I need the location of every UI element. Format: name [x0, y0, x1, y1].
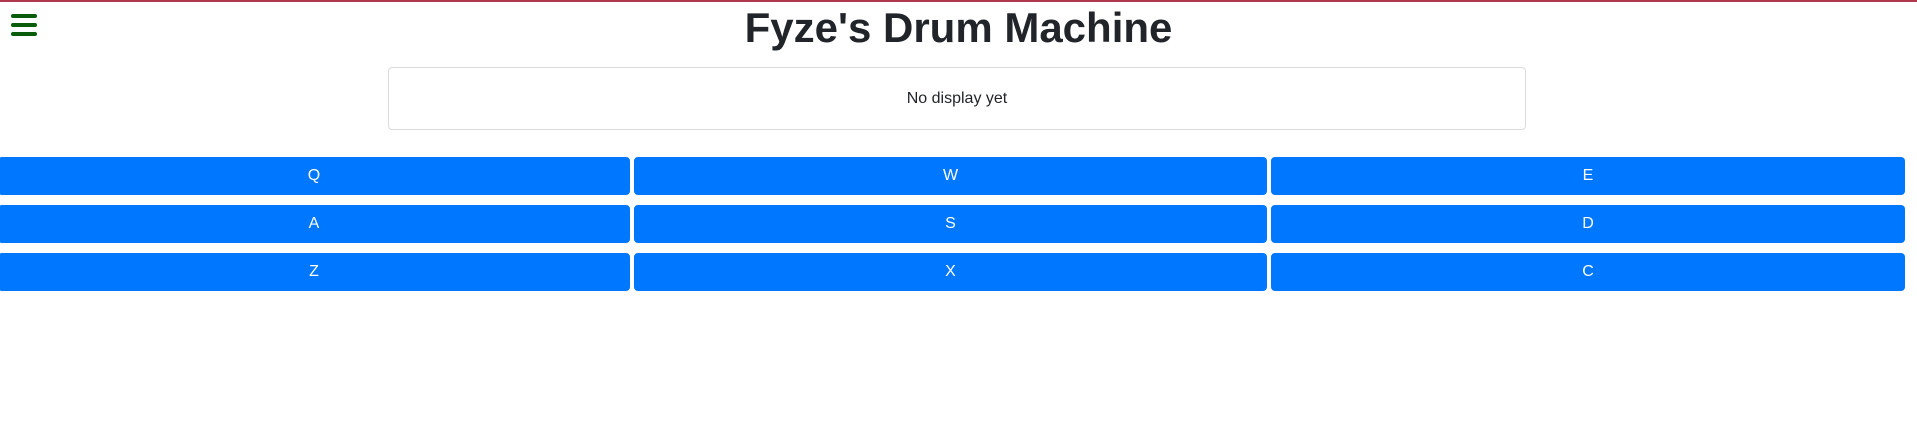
drum-pad-x[interactable]: X [634, 253, 1267, 291]
top-accent-border [0, 0, 1917, 2]
page-title: Fyze's Drum Machine [744, 4, 1173, 51]
drum-display: No display yet [388, 67, 1526, 130]
drum-pad-c[interactable]: C [1271, 253, 1905, 291]
drum-pad-w[interactable]: W [634, 157, 1267, 195]
drum-pad-a[interactable]: A [0, 205, 630, 243]
drum-pad-q[interactable]: Q [0, 157, 630, 195]
drum-pad-d[interactable]: D [1271, 205, 1905, 243]
drum-pad-grid: Q W E A S D Z X C [0, 157, 1905, 291]
display-text: No display yet [906, 89, 1008, 107]
drum-pad-s[interactable]: S [634, 205, 1267, 243]
drum-pad-e[interactable]: E [1271, 157, 1905, 195]
drum-pad-z[interactable]: Z [0, 253, 630, 291]
